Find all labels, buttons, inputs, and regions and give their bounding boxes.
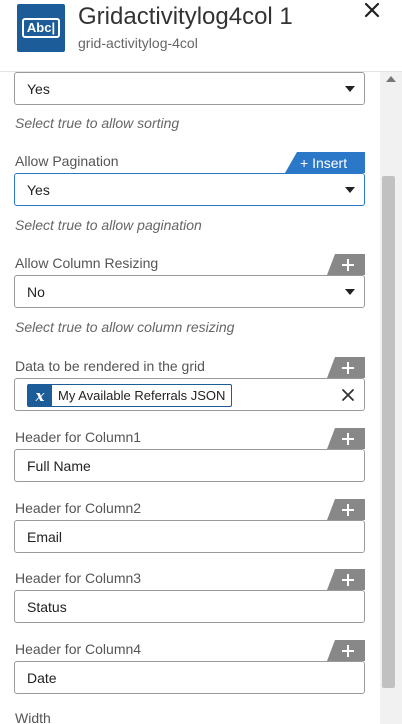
pagination-label: Allow Pagination — [15, 153, 119, 169]
chevron-down-icon — [345, 289, 355, 295]
resizing-label: Allow Column Resizing — [15, 255, 159, 271]
panel-header: Abc| Gridactivitylog4col 1 grid-activity… — [0, 0, 402, 72]
scroll-up-arrow-icon[interactable] — [386, 76, 396, 82]
scrollbar-thumb[interactable] — [382, 176, 395, 688]
col2-label: Header for Column2 — [15, 500, 142, 516]
chevron-down-icon — [345, 187, 355, 193]
sorting-hint: Select true to allow sorting — [15, 115, 180, 131]
col1-label: Header for Column1 — [15, 429, 142, 445]
col4-label: Header for Column4 — [15, 641, 142, 657]
panel-subtitle: grid-activitylog-4col — [78, 35, 198, 51]
close-icon[interactable] — [362, 0, 384, 22]
pagination-hint: Select true to allow pagination — [15, 217, 202, 233]
add-binding-button[interactable] — [327, 569, 365, 590]
chevron-down-icon — [345, 86, 355, 92]
insert-label: + Insert — [300, 155, 347, 171]
add-binding-button[interactable] — [327, 428, 365, 449]
col2-header-input[interactable]: Email — [14, 520, 365, 553]
allow-column-resizing-select[interactable]: No — [14, 275, 365, 308]
col1-header-input[interactable]: Full Name — [14, 449, 365, 482]
clear-icon[interactable] — [341, 388, 355, 402]
col3-label: Header for Column3 — [15, 570, 142, 586]
allow-sorting-select[interactable]: Yes — [14, 72, 365, 105]
add-binding-button[interactable] — [327, 254, 365, 275]
properties-panel[interactable]: Yes Select true to allow sorting Allow P… — [0, 72, 380, 724]
add-binding-button[interactable] — [327, 499, 365, 520]
resizing-hint: Select true to allow column resizing — [15, 319, 235, 335]
variable-chip[interactable]: x My Available Referrals JSON — [27, 384, 233, 407]
add-binding-button[interactable] — [327, 640, 365, 661]
allow-pagination-select[interactable]: Yes — [14, 173, 365, 206]
col4-header-input[interactable]: Date — [14, 661, 365, 694]
grid-data-label: Data to be rendered in the grid — [15, 358, 205, 374]
scrollbar[interactable] — [380, 72, 402, 724]
grid-data-field[interactable]: x My Available Referrals JSON — [14, 378, 365, 411]
variable-icon: x — [28, 385, 52, 406]
width-label: Width — [15, 710, 51, 724]
col3-header-input[interactable]: Status — [14, 590, 365, 623]
text-component-icon: Abc| — [17, 4, 65, 52]
add-binding-button[interactable] — [327, 357, 365, 378]
insert-button[interactable]: + Insert — [285, 152, 365, 173]
panel-title: Gridactivitylog4col 1 — [78, 3, 293, 30]
